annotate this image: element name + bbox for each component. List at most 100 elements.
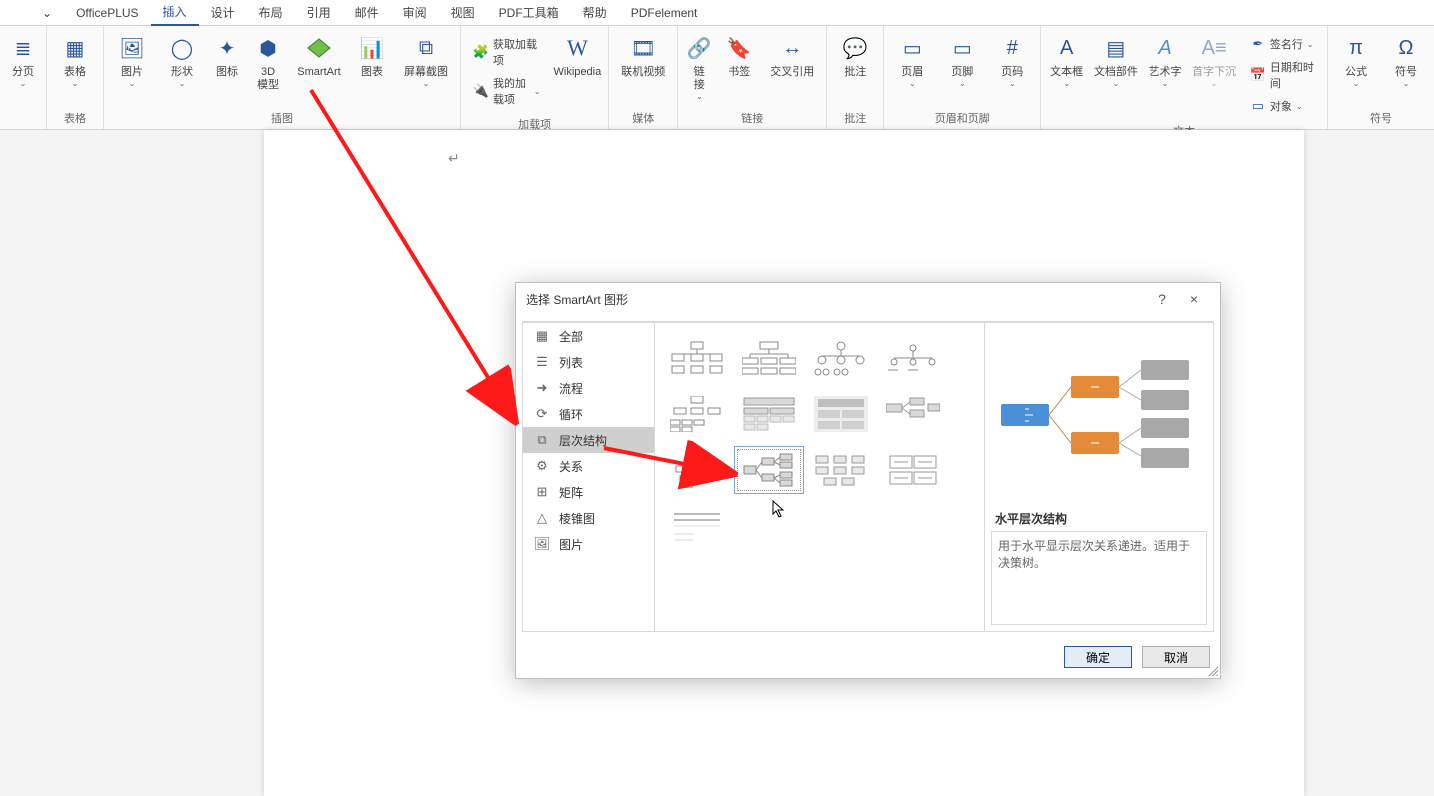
layout-thumb-6[interactable] [737, 393, 801, 435]
footer-button[interactable]: ▭ 页脚 ⌄ [940, 30, 984, 89]
resize-grip[interactable] [1206, 664, 1218, 676]
layout-thumb-3[interactable] [809, 337, 873, 379]
layout-thumb-11[interactable] [809, 449, 873, 491]
header-button[interactable]: ▭ 页眉 ⌄ [890, 30, 934, 89]
comment-icon: 💬 [841, 34, 869, 62]
category-list[interactable]: ☰ 列表 [523, 349, 654, 375]
pyramid-icon: △ [533, 509, 551, 527]
layout-thumb-9[interactable] [665, 449, 729, 491]
relationship-icon: ⚙ [533, 457, 551, 475]
category-process[interactable]: ➜ 流程 [523, 375, 654, 401]
group-comments-label: 批注 [833, 107, 877, 129]
equation-button[interactable]: π 公式 ⌄ [1334, 30, 1378, 89]
wordart-icon: A [1151, 34, 1179, 62]
object-icon: ▭ [1250, 98, 1266, 114]
paragraph-mark: ↵ [448, 150, 460, 167]
video-icon: 🎞 [629, 34, 657, 62]
smartart-icon [305, 34, 333, 62]
pagenum-button[interactable]: # 页码 ⌄ [990, 30, 1034, 89]
tab-insert[interactable]: 插入 [151, 0, 199, 26]
symbol-icon: Ω [1392, 34, 1420, 62]
category-all[interactable]: ▦ 全部 [523, 323, 654, 349]
layout-thumb-13[interactable] [665, 505, 729, 547]
layout-thumb-5[interactable] [665, 393, 729, 435]
layout-thumb-1[interactable] [665, 337, 729, 379]
tab-pdftoolbox[interactable]: PDF工具箱 [487, 0, 571, 25]
category-matrix[interactable]: ⊞ 矩阵 [523, 479, 654, 505]
store-icon: 🧩 [473, 44, 489, 60]
cancel-button[interactable]: 取消 [1142, 646, 1210, 668]
comment-button[interactable]: 💬 批注 [833, 30, 877, 79]
category-list: ▦ 全部 ☰ 列表 ➜ 流程 ⟳ 循环 ⧉ 层次结构 ⚙ 关系 [522, 322, 654, 632]
category-cycle[interactable]: ⟳ 循环 [523, 401, 654, 427]
preview-image [985, 323, 1213, 504]
category-hierarchy[interactable]: ⧉ 层次结构 [523, 427, 654, 453]
icons-icon: ✦ [213, 34, 241, 62]
tab-mail[interactable]: 邮件 [343, 0, 391, 25]
tab-review[interactable]: 审阅 [391, 0, 439, 25]
tab-design[interactable]: 设计 [199, 0, 247, 25]
tab-chevron[interactable]: ⌄ [30, 2, 64, 24]
smartart-button[interactable]: SmartArt [292, 30, 346, 79]
3d-model-button[interactable]: ⬢ 3D模型 [250, 30, 286, 92]
symbol-button[interactable]: Ω 符号 ⌄ [1384, 30, 1428, 89]
layout-thumb-8[interactable] [881, 393, 945, 435]
layout-thumb-12[interactable] [881, 449, 945, 491]
get-addins-button[interactable]: 🧩 获取加载项 [469, 34, 544, 70]
wordart-button[interactable]: A 艺术字 ⌄ [1146, 30, 1185, 89]
cursor-icon [772, 500, 786, 518]
wikipedia-button[interactable]: W Wikipedia [552, 30, 602, 79]
table-button[interactable]: ▦ 表格 ⌄ [53, 30, 97, 89]
page-break-button[interactable]: ≣ 分页 ⌄ [6, 30, 40, 89]
dropcap-button[interactable]: A≡ 首字下沉 ⌄ [1190, 30, 1238, 89]
layout-thumb-horizontal-hierarchy[interactable] [737, 449, 801, 491]
screenshot-button[interactable]: ⧉ 屏幕截图 ⌄ [398, 30, 454, 89]
group-tables-label: 表格 [53, 107, 97, 129]
dialog-close-button[interactable]: × [1178, 291, 1210, 307]
shapes-button[interactable]: ◯ 形状 ⌄ [160, 30, 204, 89]
chart-button[interactable]: 📊 图表 [352, 30, 392, 79]
header-icon: ▭ [898, 34, 926, 62]
link-icon: 🔗 [685, 34, 713, 62]
bookmark-icon: 🔖 [725, 34, 753, 62]
my-addins-button[interactable]: 🔌 我的加载项 ⌄ [469, 73, 544, 109]
category-pyramid[interactable]: △ 棱锥图 [523, 505, 654, 531]
link-button[interactable]: 🔗 链接 ⌄ [684, 30, 714, 102]
tab-layout[interactable]: 布局 [247, 0, 295, 25]
textbox-icon: A [1053, 34, 1081, 62]
group-media-label: 媒体 [615, 107, 671, 129]
dialog-help-button[interactable]: ? [1146, 291, 1178, 307]
bookmark-button[interactable]: 🔖 书签 [720, 30, 758, 79]
layout-thumb-2[interactable] [737, 337, 801, 379]
dialog-title: 选择 SmartArt 图形 [526, 291, 1146, 308]
calendar-icon: 📅 [1250, 67, 1266, 83]
cycle-icon: ⟳ [533, 405, 551, 423]
dropcap-icon: A≡ [1200, 34, 1228, 62]
preview-description: 用于水平显示层次关系递进。适用于决策树。 [991, 531, 1207, 625]
tab-view[interactable]: 视图 [439, 0, 487, 25]
tab-officeplus[interactable]: OfficePLUS [64, 2, 150, 24]
chart-icon: 📊 [358, 34, 386, 62]
tab-pdfelement[interactable]: PDFelement [619, 2, 710, 24]
picture-button[interactable]: 🖼 图片 ⌄ [110, 30, 154, 89]
datetime-button[interactable]: 📅 日期和时间 [1246, 57, 1319, 93]
quickparts-button[interactable]: ▤ 文档部件 ⌄ [1092, 30, 1140, 89]
object-button[interactable]: ▭ 对象 ⌄ [1246, 96, 1319, 116]
layout-thumb-4[interactable] [881, 337, 945, 379]
ribbon-tabs: ⌄ OfficePLUS 插入 设计 布局 引用 邮件 审阅 视图 PDF工具箱… [0, 0, 1434, 26]
textbox-button[interactable]: A 文本框 ⌄ [1047, 30, 1086, 89]
group-links-label: 链接 [684, 107, 820, 129]
crossref-icon: ↔ [778, 34, 806, 62]
crossref-button[interactable]: ↔ 交叉引用 [764, 30, 820, 79]
tab-help[interactable]: 帮助 [571, 0, 619, 25]
screenshot-icon: ⧉ [412, 34, 440, 62]
layout-thumb-7[interactable] [809, 393, 873, 435]
online-video-button[interactable]: 🎞 联机视频 [615, 30, 671, 79]
tab-references[interactable]: 引用 [295, 0, 343, 25]
ok-button[interactable]: 确定 [1064, 646, 1132, 668]
category-relationship[interactable]: ⚙ 关系 [523, 453, 654, 479]
signature-button[interactable]: ✒ 签名行 ⌄ [1246, 34, 1319, 54]
quickparts-icon: ▤ [1102, 34, 1130, 62]
icons-button[interactable]: ✦ 图标 [210, 30, 244, 79]
category-picture[interactable]: 🖼 图片 [523, 531, 654, 557]
